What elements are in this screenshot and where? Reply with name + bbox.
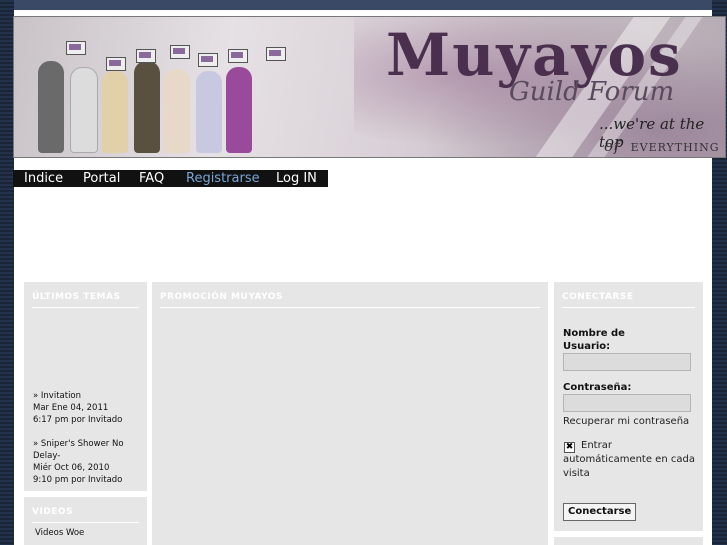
login-button[interactable]: Conectarse (563, 503, 637, 521)
topic-title[interactable]: » Sniper's Shower No (33, 438, 124, 450)
banner-tagline-of: of (604, 137, 621, 155)
login-title: CONECTARSE (562, 292, 634, 302)
character-sprite (38, 61, 64, 153)
character-sprite (196, 71, 222, 153)
character-sprite (134, 61, 160, 153)
password-input[interactable] (563, 394, 691, 412)
guild-flag-icon (136, 49, 156, 63)
nav-login[interactable]: Log IN (276, 170, 317, 187)
videos-title: VIDEOS (32, 507, 74, 517)
banner-tagline-everything: EVERYTHING (630, 141, 720, 154)
divider (160, 307, 540, 308)
guild-flag-icon (198, 53, 218, 67)
main-nav: Indice Portal FAQ Registrarse Log IN (13, 170, 328, 187)
videos-panel: VIDEOS Videos Woe (24, 497, 147, 545)
login-panel: CONECTARSE Nombre de Usuario: Contraseña… (554, 282, 703, 531)
guild-flag-icon (228, 49, 248, 63)
recover-password-link[interactable]: Recuperar mi contraseña (563, 416, 689, 427)
divider (32, 522, 139, 523)
username-label-line1: Nombre de (563, 328, 625, 339)
topic-title-cont[interactable]: Delay- (33, 450, 124, 462)
guild-flag-icon (106, 57, 126, 71)
guild-flag-icon (170, 45, 190, 59)
divider (32, 307, 139, 308)
guild-flag-icon (66, 41, 86, 55)
username-label-line2: Usuario: (563, 341, 611, 352)
top-bar (14, 0, 712, 10)
banner-subtitle: Guild Forum (509, 77, 675, 107)
topic-date: Miér Oct 06, 2010 (33, 463, 110, 473)
topic-item[interactable]: » Sniper's Shower No Delay- Miér Oct 06,… (33, 438, 124, 486)
username-input[interactable] (563, 353, 691, 371)
topic-item[interactable]: » Invitation Mar Ene 04, 2011 6:17 pm po… (33, 390, 122, 426)
latest-topics-panel: ÚLTIMOS TEMAS » Invitation Mar Ene 04, 2… (24, 282, 147, 491)
topic-date: Mar Ene 04, 2011 (33, 403, 109, 413)
topic-time-author: 6:17 pm por Invitado (33, 415, 123, 425)
nav-portal[interactable]: Portal (83, 170, 120, 187)
nav-indice[interactable]: Indice (24, 170, 63, 187)
topic-time-author: 9:10 pm por Invitado (33, 475, 123, 485)
latest-topics-title: ÚLTIMOS TEMAS (32, 292, 121, 302)
guild-flag-icon (266, 47, 286, 61)
forum-banner[interactable]: Muyayos Guild Forum ...we're at the top … (13, 16, 726, 158)
videos-woe-link[interactable]: Videos Woe (35, 528, 84, 538)
auto-login-label: Entrar automáticamente en cada visita (563, 440, 695, 479)
username-label: Nombre de Usuario: (563, 327, 625, 353)
right-panel-next (554, 537, 703, 545)
nav-faq[interactable]: FAQ (139, 170, 164, 187)
divider (562, 307, 695, 308)
character-sprite (164, 69, 190, 153)
banner-tagline-2: of EVERYTHING (604, 137, 720, 155)
banner-characters (18, 31, 318, 157)
password-label: Contraseña: (563, 382, 632, 393)
promo-panel: PROMOCIÓN MUYAYOS (152, 282, 548, 545)
character-sprite (70, 67, 98, 153)
nav-registrarse[interactable]: Registrarse (186, 170, 260, 187)
character-sprite (226, 67, 252, 153)
character-sprite (102, 71, 128, 153)
topic-title[interactable]: » Invitation (33, 390, 122, 402)
promo-title: PROMOCIÓN MUYAYOS (160, 292, 283, 302)
